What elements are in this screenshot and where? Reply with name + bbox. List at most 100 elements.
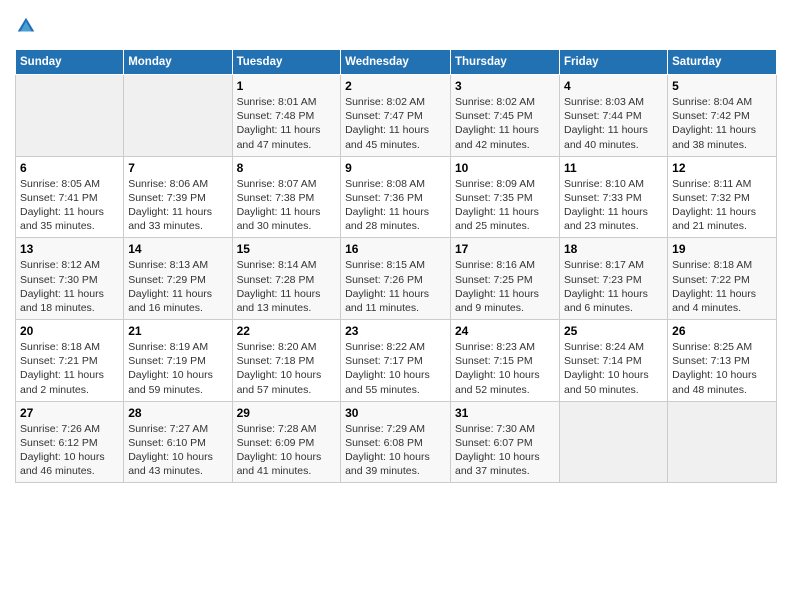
calendar-table: SundayMondayTuesdayWednesdayThursdayFrid… — [15, 49, 777, 483]
day-number: 12 — [672, 161, 772, 175]
day-number: 4 — [564, 79, 663, 93]
day-info: Sunrise: 7:30 AM Sunset: 6:07 PM Dayligh… — [455, 423, 540, 478]
day-info: Sunrise: 8:18 AM Sunset: 7:21 PM Dayligh… — [20, 341, 104, 396]
day-info: Sunrise: 7:29 AM Sunset: 6:08 PM Dayligh… — [345, 423, 430, 478]
page: SundayMondayTuesdayWednesdayThursdayFrid… — [0, 0, 792, 612]
calendar-cell — [124, 75, 232, 157]
day-number: 22 — [237, 324, 337, 338]
day-info: Sunrise: 8:02 AM Sunset: 7:45 PM Dayligh… — [455, 96, 539, 151]
day-number: 9 — [345, 161, 446, 175]
col-header-friday: Friday — [559, 50, 667, 75]
day-info: Sunrise: 8:22 AM Sunset: 7:17 PM Dayligh… — [345, 341, 430, 396]
day-info: Sunrise: 8:12 AM Sunset: 7:30 PM Dayligh… — [20, 259, 104, 314]
calendar-cell — [16, 75, 124, 157]
day-info: Sunrise: 8:06 AM Sunset: 7:39 PM Dayligh… — [128, 178, 212, 233]
col-header-tuesday: Tuesday — [232, 50, 341, 75]
calendar-cell: 28 Sunrise: 7:27 AM Sunset: 6:10 PM Dayli… — [124, 401, 232, 483]
calendar-cell: 16Sunrise: 8:15 AM Sunset: 7:26 PM Dayli… — [341, 238, 451, 320]
day-number: 29 — [237, 406, 337, 420]
day-number: 18 — [564, 242, 663, 256]
day-number: 20 — [20, 324, 119, 338]
calendar-cell: 26Sunrise: 8:25 AM Sunset: 7:13 PM Dayli… — [668, 320, 777, 402]
week-row-4: 27Sunrise: 7:26 AM Sunset: 6:12 PM Dayli… — [16, 401, 777, 483]
calendar-cell: 15 Sunrise: 8:14 AM Sunset: 7:28 PM Dayli… — [232, 238, 341, 320]
logo — [15, 15, 41, 37]
calendar-cell: 10 Sunrise: 8:09 AM Sunset: 7:35 PM Dayli… — [451, 156, 560, 238]
calendar-cell: 11Sunrise: 8:10 AM Sunset: 7:33 PM Dayli… — [559, 156, 667, 238]
day-number: 17 — [455, 242, 555, 256]
day-number: 8 — [237, 161, 337, 175]
day-info: Sunrise: 8:01 AM Sunset: 7:48 PM Dayligh… — [237, 96, 321, 151]
day-number: 21 — [128, 324, 227, 338]
calendar-cell: 20 Sunrise: 8:18 AM Sunset: 7:21 PM Dayli… — [16, 320, 124, 402]
day-info: Sunrise: 8:18 AM Sunset: 7:22 PM Dayligh… — [672, 259, 756, 314]
day-number: 6 — [20, 161, 119, 175]
day-info: Sunrise: 8:25 AM Sunset: 7:13 PM Dayligh… — [672, 341, 757, 396]
day-info: Sunrise: 8:13 AM Sunset: 7:29 PM Dayligh… — [128, 259, 212, 314]
calendar-cell: 4 Sunrise: 8:03 AM Sunset: 7:44 PM Daylig… — [559, 75, 667, 157]
day-info: Sunrise: 8:23 AM Sunset: 7:15 PM Dayligh… — [455, 341, 540, 396]
col-header-thursday: Thursday — [451, 50, 560, 75]
calendar-cell: 3 Sunrise: 8:02 AM Sunset: 7:45 PM Daylig… — [451, 75, 560, 157]
calendar-cell: 1 Sunrise: 8:01 AM Sunset: 7:48 PM Daylig… — [232, 75, 341, 157]
col-header-monday: Monday — [124, 50, 232, 75]
day-info: Sunrise: 8:08 AM Sunset: 7:36 PM Dayligh… — [345, 178, 429, 233]
day-number: 27 — [20, 406, 119, 420]
day-number: 23 — [345, 324, 446, 338]
calendar-cell: 2Sunrise: 8:02 AM Sunset: 7:47 PM Daylig… — [341, 75, 451, 157]
day-info: Sunrise: 8:16 AM Sunset: 7:25 PM Dayligh… — [455, 259, 539, 314]
day-info: Sunrise: 8:11 AM Sunset: 7:32 PM Dayligh… — [672, 178, 756, 233]
day-info: Sunrise: 8:03 AM Sunset: 7:44 PM Dayligh… — [564, 96, 648, 151]
day-info: Sunrise: 8:09 AM Sunset: 7:35 PM Dayligh… — [455, 178, 539, 233]
day-info: Sunrise: 8:17 AM Sunset: 7:23 PM Dayligh… — [564, 259, 648, 314]
day-info: Sunrise: 8:14 AM Sunset: 7:28 PM Dayligh… — [237, 259, 321, 314]
header — [15, 15, 777, 37]
calendar-cell: 18 Sunrise: 8:17 AM Sunset: 7:23 PM Dayli… — [559, 238, 667, 320]
week-row-3: 20 Sunrise: 8:18 AM Sunset: 7:21 PM Dayli… — [16, 320, 777, 402]
day-number: 3 — [455, 79, 555, 93]
day-info: Sunrise: 8:19 AM Sunset: 7:19 PM Dayligh… — [128, 341, 213, 396]
calendar-cell: 6 Sunrise: 8:05 AM Sunset: 7:41 PM Daylig… — [16, 156, 124, 238]
calendar-cell: 21 Sunrise: 8:19 AM Sunset: 7:19 PM Dayli… — [124, 320, 232, 402]
day-number: 16 — [345, 242, 446, 256]
calendar-cell — [668, 401, 777, 483]
day-number: 15 — [237, 242, 337, 256]
day-number: 28 — [128, 406, 227, 420]
calendar-cell: 5Sunrise: 8:04 AM Sunset: 7:42 PM Daylig… — [668, 75, 777, 157]
calendar-cell: 27Sunrise: 7:26 AM Sunset: 6:12 PM Dayli… — [16, 401, 124, 483]
calendar-cell: 22 Sunrise: 8:20 AM Sunset: 7:18 PM Dayli… — [232, 320, 341, 402]
header-row: SundayMondayTuesdayWednesdayThursdayFrid… — [16, 50, 777, 75]
day-info: Sunrise: 7:28 AM Sunset: 6:09 PM Dayligh… — [237, 423, 322, 478]
calendar-cell: 24 Sunrise: 8:23 AM Sunset: 7:15 PM Dayli… — [451, 320, 560, 402]
day-number: 14 — [128, 242, 227, 256]
col-header-sunday: Sunday — [16, 50, 124, 75]
calendar-cell: 8 Sunrise: 8:07 AM Sunset: 7:38 PM Daylig… — [232, 156, 341, 238]
day-number: 7 — [128, 161, 227, 175]
calendar-cell: 7 Sunrise: 8:06 AM Sunset: 7:39 PM Daylig… — [124, 156, 232, 238]
day-info: Sunrise: 7:27 AM Sunset: 6:10 PM Dayligh… — [128, 423, 213, 478]
calendar-cell: 13 Sunrise: 8:12 AM Sunset: 7:30 PM Dayli… — [16, 238, 124, 320]
day-info: Sunrise: 8:07 AM Sunset: 7:38 PM Dayligh… — [237, 178, 321, 233]
day-info: Sunrise: 8:05 AM Sunset: 7:41 PM Dayligh… — [20, 178, 104, 233]
calendar-cell: 29 Sunrise: 7:28 AM Sunset: 6:09 PM Dayli… — [232, 401, 341, 483]
day-info: Sunrise: 8:20 AM Sunset: 7:18 PM Dayligh… — [237, 341, 322, 396]
day-number: 10 — [455, 161, 555, 175]
logo-icon — [15, 15, 37, 37]
day-number: 13 — [20, 242, 119, 256]
calendar-cell: 31Sunrise: 7:30 AM Sunset: 6:07 PM Dayli… — [451, 401, 560, 483]
day-number: 19 — [672, 242, 772, 256]
day-info: Sunrise: 8:24 AM Sunset: 7:14 PM Dayligh… — [564, 341, 649, 396]
day-number: 24 — [455, 324, 555, 338]
calendar-cell: 23 Sunrise: 8:22 AM Sunset: 7:17 PM Dayli… — [341, 320, 451, 402]
day-info: Sunrise: 8:02 AM Sunset: 7:47 PM Dayligh… — [345, 96, 429, 151]
calendar-cell: 9 Sunrise: 8:08 AM Sunset: 7:36 PM Daylig… — [341, 156, 451, 238]
calendar-cell — [559, 401, 667, 483]
day-number: 30 — [345, 406, 446, 420]
calendar-cell: 25 Sunrise: 8:24 AM Sunset: 7:14 PM Dayli… — [559, 320, 667, 402]
week-row-1: 6 Sunrise: 8:05 AM Sunset: 7:41 PM Daylig… — [16, 156, 777, 238]
day-number: 1 — [237, 79, 337, 93]
day-number: 25 — [564, 324, 663, 338]
calendar-cell: 19 Sunrise: 8:18 AM Sunset: 7:22 PM Dayli… — [668, 238, 777, 320]
week-row-0: 1 Sunrise: 8:01 AM Sunset: 7:48 PM Daylig… — [16, 75, 777, 157]
calendar-cell: 30 Sunrise: 7:29 AM Sunset: 6:08 PM Dayli… — [341, 401, 451, 483]
